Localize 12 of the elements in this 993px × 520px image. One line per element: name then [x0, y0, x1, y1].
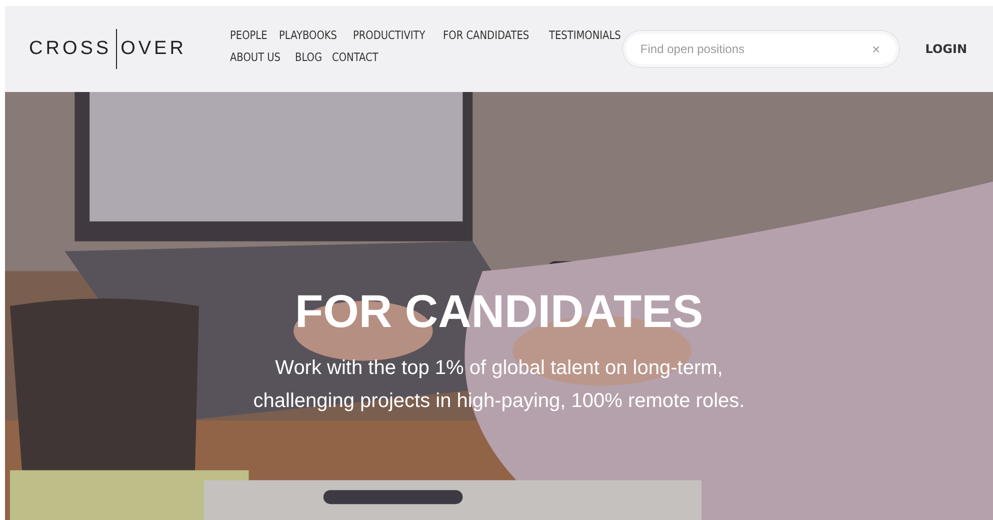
- nav-link[interactable]: PRODUCTIVITY: [352, 28, 425, 42]
- nav-link[interactable]: ABOUT US: [230, 50, 281, 64]
- nav-link[interactable]: FOR CANDIDATES: [442, 28, 529, 42]
- nav-link[interactable]: CONTACT: [332, 50, 378, 64]
- login-link[interactable]: LOGIN: [925, 42, 967, 56]
- nav-link[interactable]: PLAYBOOKS: [279, 28, 338, 42]
- nav-link[interactable]: TESTIMONIALS: [548, 28, 621, 42]
- nav-link[interactable]: BLOG: [294, 50, 322, 64]
- logo-divider: [116, 29, 117, 69]
- logo-text[interactable]: CROSS: [29, 38, 112, 60]
- nav-link[interactable]: PEOPLE: [230, 28, 268, 42]
- logo-text[interactable]: OVER: [120, 38, 186, 60]
